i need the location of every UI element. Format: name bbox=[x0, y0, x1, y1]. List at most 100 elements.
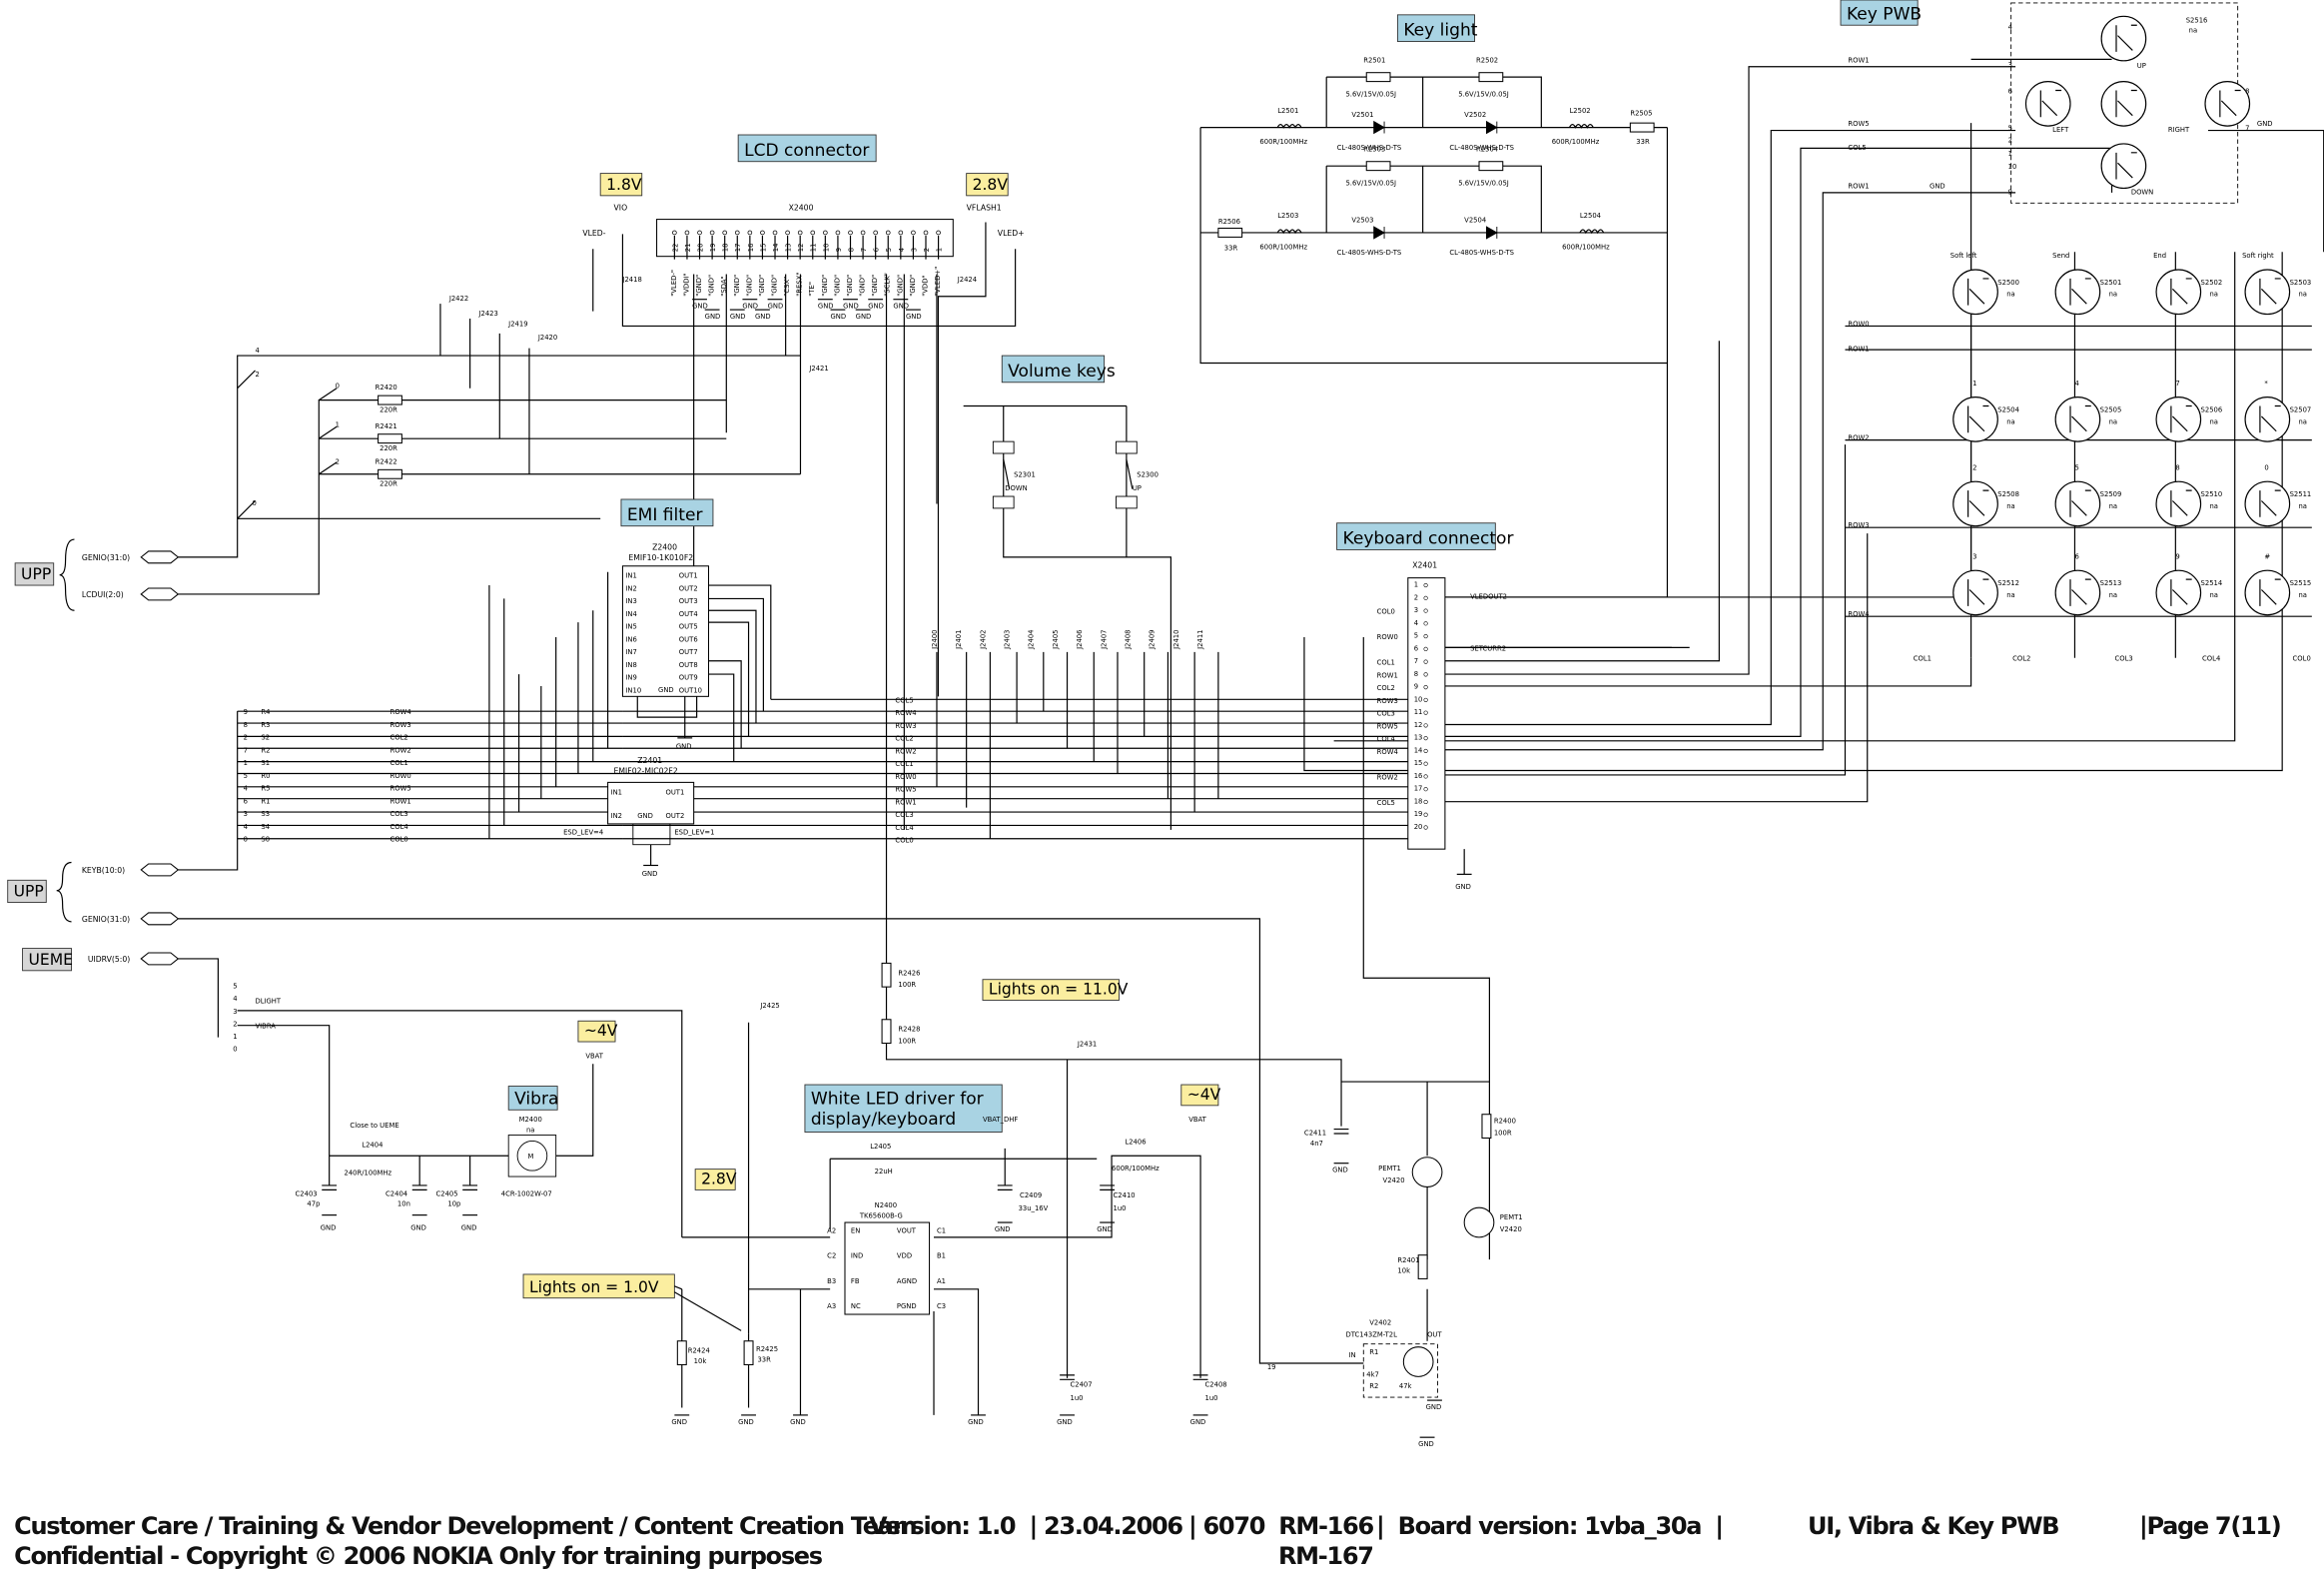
n2400-pin: EN bbox=[851, 1226, 860, 1234]
gnd-label: GND bbox=[1418, 1440, 1434, 1448]
lcd-pin-number: 9 bbox=[835, 248, 843, 252]
keyb-bus-ref: S1 bbox=[261, 759, 270, 767]
test-point-label: J2408 bbox=[1124, 629, 1132, 649]
l2404-value: 240R/100MHz bbox=[345, 1170, 392, 1178]
lcd-pin-signal: "GND" bbox=[896, 275, 904, 297]
gnd-label: GND bbox=[1057, 1418, 1073, 1426]
volume-switch-ref: S2301 bbox=[1014, 471, 1036, 479]
gnd-label: GND bbox=[831, 313, 847, 321]
footer-product: | 6070 RM-166 bbox=[1188, 1512, 1374, 1540]
keyb-bus-net: ROW5 bbox=[390, 785, 411, 793]
n2400-ball: C1 bbox=[937, 1226, 946, 1234]
capacitor-symbol bbox=[1100, 1184, 1116, 1190]
key-val: na bbox=[2006, 291, 2015, 299]
lcd-ref: X2400 bbox=[789, 204, 814, 213]
z2400-in-pin: IN3 bbox=[625, 597, 636, 605]
key-ref: S2511 bbox=[2290, 490, 2312, 498]
net-label: ROW3 bbox=[895, 722, 916, 730]
z2401-ref: Z2401 bbox=[637, 756, 662, 765]
z2400-out-pin: OUT10 bbox=[679, 686, 702, 694]
voltage-vibra-vbat: ~4V bbox=[584, 1022, 618, 1040]
x2401-pin-number: 7 bbox=[1414, 657, 1418, 665]
led-part: CL-480S-WHS-D-TS bbox=[1337, 249, 1402, 257]
gnd-label: GND bbox=[671, 1418, 687, 1426]
varistor-R2501 bbox=[1365, 72, 1391, 83]
key-pwb-col-label: COL2 bbox=[2012, 655, 2030, 663]
test-point-label: J2401 bbox=[955, 629, 963, 649]
varistor-ref: R2502 bbox=[1476, 56, 1498, 64]
z2401-out1: OUT1 bbox=[665, 788, 684, 796]
key-label: 6 bbox=[2074, 552, 2078, 560]
keyb-bus-ref: S3 bbox=[261, 810, 270, 818]
key-val: na bbox=[2209, 591, 2218, 599]
z2400-in-pin: IN5 bbox=[625, 623, 636, 631]
lcd-pin bbox=[722, 230, 727, 236]
lcd-pin bbox=[923, 230, 929, 236]
lcd-pin bbox=[835, 230, 841, 236]
v2420-a: V2420 bbox=[1383, 1177, 1405, 1184]
x2401-net-label: ROW0 bbox=[1377, 633, 1398, 641]
title-key-light: Key light bbox=[1403, 21, 1477, 41]
nav-pin: 4 bbox=[2008, 24, 2012, 32]
nav-val: na bbox=[2189, 27, 2198, 35]
voltage-2v8-en: 2.8V bbox=[701, 1170, 737, 1187]
x2401-pin-number: 17 bbox=[1414, 785, 1423, 793]
varistor-value: 5.6V/15V/0.05J bbox=[1458, 90, 1509, 98]
lcd-pin bbox=[848, 230, 853, 236]
led-ref: V2503 bbox=[1351, 217, 1373, 225]
lcd-pin bbox=[823, 230, 828, 236]
inductor-value: 600R/100MHz bbox=[1259, 138, 1307, 146]
lcd-pin-number: 13 bbox=[785, 244, 793, 253]
volume-switch-label: DOWN bbox=[1005, 484, 1027, 492]
lcd-pin-signal: "VLED-" bbox=[670, 270, 678, 297]
z2400-out-pin: OUT1 bbox=[679, 572, 698, 580]
varistor-value: 5.6V/15V/0.05J bbox=[1345, 179, 1396, 187]
key-ref: S2515 bbox=[2290, 579, 2312, 587]
motor-part: 4CR-1002W-07 bbox=[501, 1189, 552, 1197]
motor-ref: M2400 bbox=[519, 1116, 542, 1124]
net-label: ROW5 bbox=[895, 786, 916, 794]
test-point-label: J2405 bbox=[1052, 629, 1060, 649]
test-point-0: J2422 bbox=[448, 295, 468, 303]
voltage-1v8: 1.8V bbox=[606, 176, 642, 194]
led-icon bbox=[1485, 226, 1498, 240]
bus-pin: 2 bbox=[336, 457, 340, 465]
resistor-r2426 bbox=[881, 962, 892, 988]
key-switch bbox=[2054, 396, 2101, 442]
varistor-R2504 bbox=[1478, 161, 1504, 172]
lcd-pin-number: 11 bbox=[810, 244, 818, 253]
nav-switch-up bbox=[2100, 15, 2147, 62]
lcd-pin bbox=[885, 230, 891, 236]
keyb-bus-net: ROW4 bbox=[390, 708, 411, 716]
v2402-in: IN bbox=[1348, 1351, 1355, 1359]
key-val: na bbox=[2209, 291, 2218, 299]
led-vbat: VBAT bbox=[1188, 1116, 1206, 1124]
key-val: na bbox=[2006, 502, 2015, 510]
r2426-value: 100R bbox=[898, 981, 916, 989]
keyb-bus-ref: R0 bbox=[261, 772, 270, 780]
keyb-bus-index: 3 bbox=[244, 810, 248, 818]
bus-port bbox=[140, 863, 180, 877]
bus-label: KEYB(10:0) bbox=[82, 866, 125, 875]
n2400-pin: AGND bbox=[897, 1277, 917, 1285]
key-ref: S2505 bbox=[2100, 405, 2122, 413]
volume-switch-ref: S2300 bbox=[1137, 471, 1159, 479]
key-pwb-col-label: COL4 bbox=[2202, 655, 2220, 663]
x2401-pin-number: 10 bbox=[1414, 695, 1423, 703]
key-pwb-row-label: ROW1 bbox=[1848, 56, 1869, 64]
capacitor-symbol bbox=[1333, 1128, 1349, 1135]
bus-label: UIDRV(5:0) bbox=[88, 955, 130, 964]
uidrv-pin: 5 bbox=[233, 983, 237, 991]
keyb-bus-net: COL2 bbox=[390, 734, 408, 742]
key-label: 7 bbox=[2175, 380, 2179, 388]
components bbox=[7, 0, 2291, 1438]
lcd-pin-signal: "GND" bbox=[771, 275, 779, 297]
nav-up: UP bbox=[2137, 62, 2146, 70]
gnd-label: GND bbox=[461, 1223, 477, 1231]
led-icon bbox=[1485, 120, 1498, 135]
inductor-ref: L2501 bbox=[1277, 107, 1298, 115]
uidrv-pin: 4 bbox=[233, 995, 237, 1003]
bus-pin: 1 bbox=[336, 420, 340, 428]
c2409-ref: C2409 bbox=[1020, 1191, 1042, 1199]
resistor-R2421 bbox=[378, 433, 402, 444]
